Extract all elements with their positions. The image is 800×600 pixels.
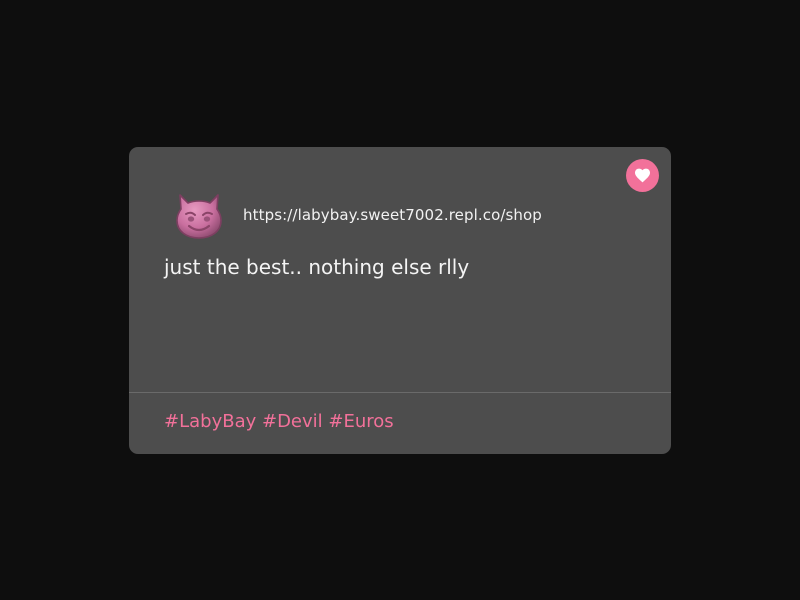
like-button[interactable] <box>626 159 659 192</box>
heart-icon <box>635 168 650 183</box>
hashtag-labybay[interactable]: #LabyBay <box>164 411 256 432</box>
post-text: just the best.. nothing else rlly <box>164 255 470 279</box>
hashtag-euros[interactable]: #Euros <box>328 411 393 432</box>
post-card: https://labybay.sweet7002.repl.co/shop j… <box>129 147 671 454</box>
hashtag-list: #LabyBay #Devil #Euros <box>164 411 394 432</box>
devil-avatar-icon <box>176 194 222 239</box>
post-url-link[interactable]: https://labybay.sweet7002.repl.co/shop <box>243 206 542 224</box>
post-header: https://labybay.sweet7002.repl.co/shop <box>171 187 542 243</box>
hashtag-devil[interactable]: #Devil <box>262 411 323 432</box>
card-divider <box>129 392 671 393</box>
